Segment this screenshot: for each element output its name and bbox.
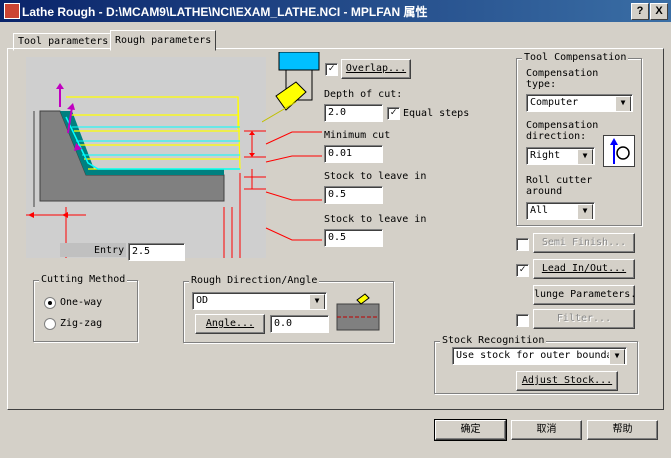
stock-recognition-select[interactable]: Use stock for outer boundar ▼ [452, 347, 627, 365]
filter-button[interactable]: Filter... [533, 309, 635, 329]
equal-steps-checkbox[interactable]: ✓ [387, 107, 400, 120]
tool-compensation-title: Tool Compensation [522, 52, 629, 63]
lead-in-out-checkbox[interactable]: ✓ [516, 264, 529, 277]
entry-label: Entry [94, 245, 125, 256]
cancel-button[interactable]: 取消 [511, 420, 582, 440]
comp-type-select[interactable]: Computer ▼ [526, 94, 633, 112]
angle-input[interactable]: 0.0 [270, 315, 329, 333]
cutting-method-group [33, 280, 138, 342]
depth-of-cut-label: Depth of cut: [324, 89, 403, 100]
lead-in-out-button[interactable]: Lead In/Out... [533, 259, 635, 279]
zig-zag-label: Zig-zag [60, 318, 103, 329]
minimum-cut-label: Minimum cut [324, 130, 391, 141]
chevron-down-icon: ▼ [577, 204, 593, 219]
help-title-button[interactable]: ? [631, 3, 649, 20]
roll-cutter-select[interactable]: All ▼ [526, 202, 595, 220]
stock-to-leave-z-input[interactable]: 0.5 [324, 229, 383, 247]
tool-graphic [261, 51, 332, 252]
rough-direction-select[interactable]: OD ▼ [192, 292, 327, 310]
chevron-down-icon: ▼ [577, 149, 593, 164]
tab-rough-parameters[interactable]: Rough parameters [110, 30, 217, 51]
chevron-down-icon: ▼ [609, 349, 625, 364]
plunge-parameters-button[interactable]: lunge Parameters... [533, 285, 635, 305]
stock-to-leave-x-input[interactable]: 0.5 [324, 186, 383, 204]
close-title-button[interactable]: X [650, 3, 668, 20]
overlap-button[interactable]: Overlap... [341, 59, 411, 79]
window-title: Lathe Rough - D:\MCAM9\LATHE\NCI\EXAM_LA… [22, 5, 428, 19]
stock-to-leave-z-label: Stock to leave in [324, 214, 427, 225]
chevron-down-icon: ▼ [309, 294, 325, 309]
comp-direction-icon [603, 135, 635, 167]
rough-direction-title: Rough Direction/Angle [189, 275, 320, 286]
help-button[interactable]: 帮助 [587, 420, 658, 440]
ok-button[interactable]: 确定 [434, 419, 507, 441]
stock-recognition-title: Stock Recognition [440, 335, 547, 346]
app-icon [4, 3, 20, 19]
rough-diagram [26, 57, 286, 258]
chevron-down-icon: ▼ [615, 96, 631, 111]
rough-direction-icon [335, 292, 381, 332]
one-way-label: One-way [60, 297, 103, 308]
angle-button[interactable]: Angle... [195, 314, 265, 334]
filter-checkbox[interactable] [516, 314, 529, 327]
comp-direction-select[interactable]: Right ▼ [526, 147, 595, 165]
title-bar: Lathe Rough - D:\MCAM9\LATHE\NCI\EXAM_LA… [0, 0, 671, 22]
semi-finish-checkbox[interactable] [516, 238, 529, 251]
equal-steps-label: Equal steps [403, 108, 470, 119]
stock-to-leave-x-label: Stock to leave in [324, 171, 427, 182]
minimum-cut-input[interactable]: 0.01 [324, 145, 383, 163]
adjust-stock-button[interactable]: Adjust Stock... [516, 371, 618, 391]
comp-type-label: Compensation type: [526, 68, 599, 90]
roll-cutter-label: Roll cutter around [526, 175, 593, 197]
cutting-method-title: Cutting Method [39, 274, 128, 285]
zig-zag-radio[interactable] [44, 318, 56, 330]
depth-of-cut-input[interactable]: 2.0 [324, 104, 383, 122]
overlap-checkbox[interactable]: ✓ [325, 63, 338, 76]
semi-finish-button[interactable]: Semi Finish... [533, 233, 635, 253]
one-way-radio[interactable] [44, 297, 56, 309]
entry-input[interactable]: 2.5 [128, 243, 185, 261]
